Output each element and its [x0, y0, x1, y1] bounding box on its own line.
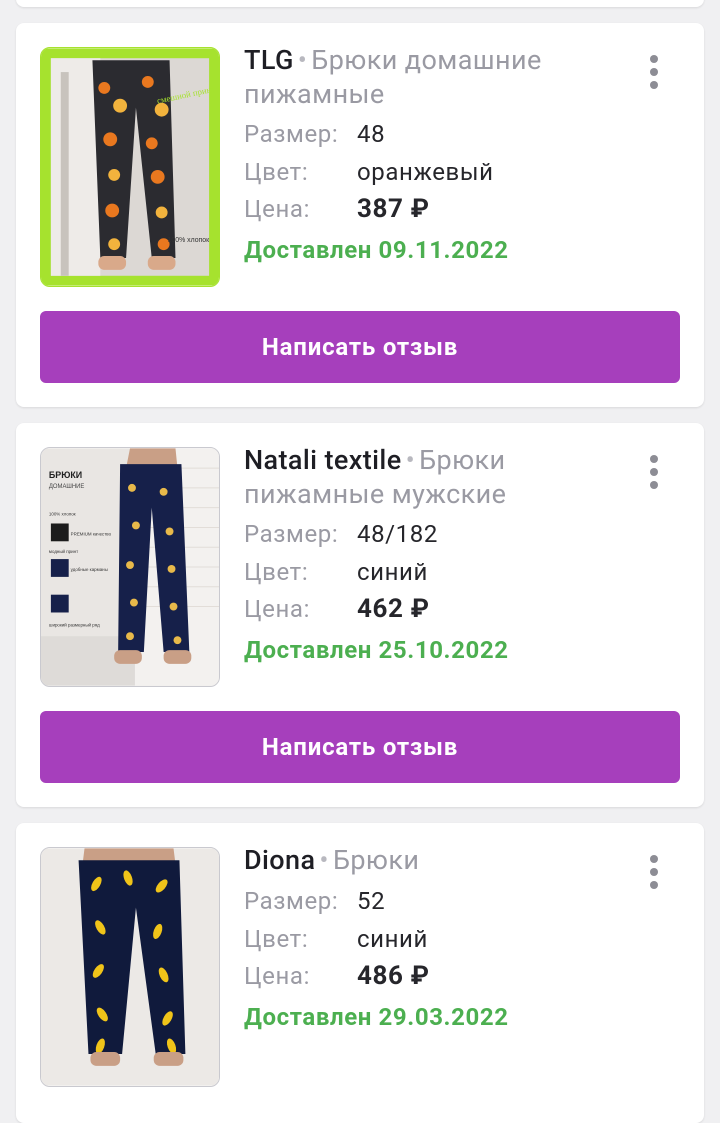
- color-row: Цвет: оранжевый: [244, 157, 494, 187]
- delivery-status: Доставлен 29.03.2022: [244, 1003, 509, 1031]
- size-row: Размер: 52: [244, 886, 385, 916]
- more-vert-icon[interactable]: [642, 55, 666, 91]
- price-value: 486 ₽: [357, 961, 430, 991]
- price-row: Цена: 462 ₽: [244, 594, 430, 624]
- delivery-status: Доставлен 09.11.2022: [244, 236, 509, 264]
- color-value: синий: [357, 925, 428, 953]
- separator-dot: •: [297, 44, 308, 76]
- product-image[interactable]: [40, 847, 220, 1087]
- image-caption: удобные карманы: [71, 567, 108, 572]
- color-row: Цвет: синий: [244, 924, 428, 954]
- price-value: 387 ₽: [357, 194, 430, 224]
- separator-dot: •: [405, 444, 416, 476]
- size-value: 48/182: [357, 520, 438, 548]
- order-card: БРЮКИ ДОМАШНИЕ 100% хлопок PREMIUM качес…: [16, 423, 704, 807]
- write-review-button[interactable]: Написать отзыв: [40, 711, 680, 783]
- price-label: Цена:: [244, 595, 310, 623]
- image-caption: модный принт: [49, 548, 78, 554]
- more-vert-icon[interactable]: [642, 855, 666, 891]
- image-caption: широкий размерный ряд: [49, 621, 100, 627]
- order-card: смешной принт 100% хлопок TLG • Брюки дома…: [16, 23, 704, 407]
- size-label: Размер:: [244, 120, 339, 148]
- product-title[interactable]: Diona • Брюки: [244, 843, 624, 877]
- write-review-button[interactable]: Написать отзыв: [40, 311, 680, 383]
- separator-dot: •: [319, 844, 329, 876]
- product-name: Брюки: [332, 844, 420, 876]
- price-row: Цена: 387 ₽: [244, 194, 430, 224]
- color-label: Цвет:: [244, 158, 309, 186]
- order-card: Diona • Брюки Размер: 52 Цвет: синий Цена: 48…: [16, 823, 704, 1123]
- product-title[interactable]: TLG • Брюки домашние пижамные: [244, 43, 624, 111]
- previous-order-card: [16, 0, 704, 7]
- color-value: синий: [357, 558, 428, 586]
- brand-name: TLG: [244, 44, 294, 76]
- product-title[interactable]: Natali textile • Брюки пижамные мужские: [244, 443, 624, 511]
- price-label: Цена:: [244, 195, 310, 223]
- color-label: Цвет:: [244, 925, 309, 953]
- color-row: Цвет: синий: [244, 557, 428, 587]
- image-caption: PREMIUM качество: [71, 531, 112, 536]
- product-photo: [41, 848, 219, 1086]
- more-vert-icon[interactable]: [642, 455, 666, 491]
- price-row: Цена: 486 ₽: [244, 961, 430, 991]
- size-row: Размер: 48: [244, 119, 385, 149]
- color-label: Цвет:: [244, 558, 309, 586]
- brand-name: Natali textile: [244, 444, 402, 476]
- delivery-status: Доставлен 25.10.2022: [244, 636, 509, 664]
- product-photo: БРЮКИ ДОМАШНИЕ 100% хлопок PREMIUM качес…: [41, 448, 219, 686]
- size-row: Размер: 48/182: [244, 519, 438, 549]
- brand-name: Diona: [244, 844, 316, 876]
- image-caption: 100% хлопок: [49, 512, 76, 517]
- image-caption: БРЮКИ: [49, 470, 82, 480]
- image-caption: 100% хлопок: [168, 237, 211, 244]
- size-value: 52: [357, 887, 386, 915]
- size-value: 48: [357, 120, 386, 148]
- product-image[interactable]: смешной принт 100% хлопок: [40, 47, 220, 287]
- color-value: оранжевый: [357, 158, 494, 186]
- image-caption: ДОМАШНИЕ: [49, 484, 84, 490]
- product-image[interactable]: БРЮКИ ДОМАШНИЕ 100% хлопок PREMIUM качес…: [40, 447, 220, 687]
- product-photo: смешной принт 100% хлопок: [41, 48, 219, 286]
- price-value: 462 ₽: [357, 594, 430, 624]
- size-label: Размер:: [244, 887, 339, 915]
- price-label: Цена:: [244, 962, 310, 990]
- size-label: Размер:: [244, 520, 339, 548]
